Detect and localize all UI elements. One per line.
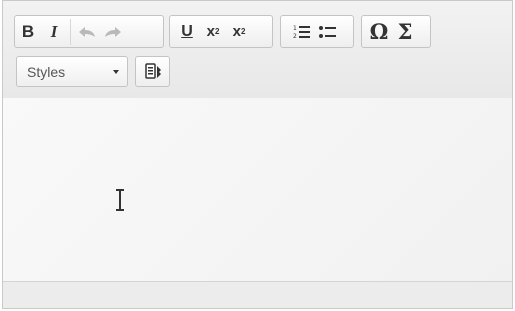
editor-status-bar (3, 281, 512, 308)
math-formula-button[interactable]: Σ (392, 17, 418, 47)
bulleted-list-icon (319, 25, 336, 38)
text-cursor-icon (116, 189, 124, 211)
insert-symbol-group: Ω Σ (361, 15, 431, 48)
editor-content-area[interactable] (3, 98, 512, 283)
undo-button[interactable] (74, 17, 100, 47)
special-character-button[interactable]: Ω (366, 17, 392, 47)
italic-button[interactable]: I (41, 17, 67, 47)
text-style-group: U x2 x2 (169, 15, 273, 48)
bold-button[interactable]: B (15, 17, 41, 47)
rich-text-editor: B I U x2 x2 1 2 Ω Σ Styles (2, 0, 513, 309)
superscript-mark: 2 (240, 27, 246, 36)
numbered-list-icon: 1 2 (293, 25, 310, 40)
template-icon (144, 62, 161, 79)
redo-button[interactable] (100, 17, 126, 47)
superscript-label: x (232, 23, 241, 40)
redo-arrow-icon (105, 26, 121, 37)
chevron-down-icon (113, 69, 119, 74)
subscript-mark: 2 (214, 27, 220, 36)
svg-text:2: 2 (293, 33, 297, 40)
list-group: 1 2 (280, 15, 354, 48)
svg-text:1: 1 (293, 25, 297, 32)
editor-toolbar: B I U x2 x2 1 2 Ω Σ Styles (3, 1, 512, 99)
styles-dropdown[interactable]: Styles (16, 56, 128, 87)
styles-dropdown-label: Styles (27, 63, 66, 80)
superscript-button[interactable]: x2 (226, 17, 252, 47)
toolbar-separator (70, 18, 71, 45)
subscript-label: x (206, 23, 215, 40)
template-button[interactable] (138, 57, 168, 87)
undo-arrow-icon (79, 26, 95, 37)
template-group (135, 56, 170, 87)
underline-button[interactable]: U (174, 17, 200, 47)
numbered-list-button[interactable]: 1 2 (289, 17, 315, 47)
basic-format-group: B I (14, 15, 164, 48)
bulleted-list-button[interactable] (315, 17, 341, 47)
subscript-button[interactable]: x2 (200, 17, 226, 47)
